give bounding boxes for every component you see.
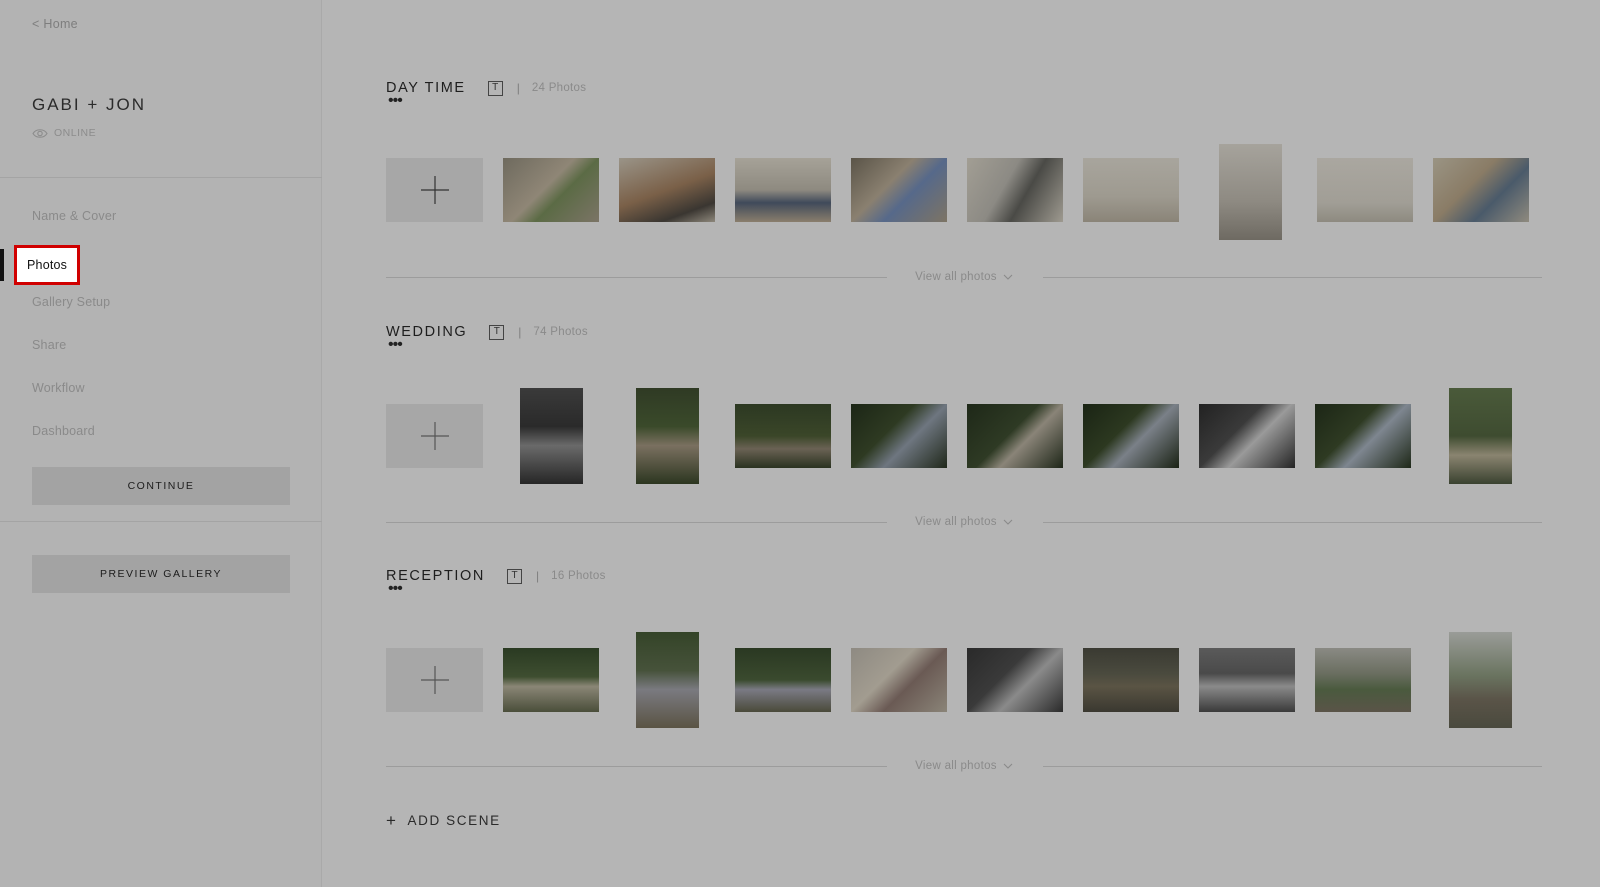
photo-thumbnail[interactable]	[967, 648, 1063, 712]
view-all-photos-link[interactable]: View all photos	[386, 516, 1542, 528]
photo-thumbnail[interactable]	[1449, 632, 1512, 728]
photo-thumbnail[interactable]	[735, 648, 831, 712]
sidebar-item-gallery-setup[interactable]: Gallery Setup	[0, 280, 322, 323]
more-options-icon[interactable]: •••	[388, 93, 403, 109]
sidebar-item-label: Photos	[14, 244, 81, 285]
plus-icon	[420, 665, 450, 695]
separator: |	[536, 569, 540, 583]
view-all-label: View all photos	[915, 516, 997, 528]
text-icon[interactable]: T	[507, 568, 522, 584]
sidebar-item-label: Share	[32, 337, 67, 352]
sidebar-item-label: Workflow	[32, 380, 85, 395]
separator: |	[516, 81, 520, 95]
sidebar-item-workflow[interactable]: Workflow	[0, 366, 322, 409]
plus-icon: +	[386, 811, 398, 830]
plus-icon	[420, 175, 450, 205]
continue-button[interactable]: CONTINUE	[32, 467, 290, 505]
photo-thumbnail[interactable]	[1199, 404, 1295, 468]
chevron-down-icon	[1003, 271, 1013, 283]
photo-thumbnail[interactable]	[1449, 388, 1512, 484]
eye-icon	[32, 128, 48, 139]
scene-wedding: WEDDING T | 74 Photos •••	[386, 322, 1542, 484]
status-label: ONLINE	[54, 127, 97, 139]
photo-count: 74 Photos	[533, 326, 588, 338]
thumbnail-strip	[386, 388, 1542, 484]
photo-thumbnail[interactable]	[851, 158, 947, 222]
view-all-label: View all photos	[915, 271, 997, 283]
divider	[0, 521, 322, 522]
preview-gallery-button[interactable]: PREVIEW GALLERY	[32, 555, 290, 593]
photo-thumbnail[interactable]	[1199, 648, 1295, 712]
photo-thumbnail[interactable]	[851, 404, 947, 468]
thumbnail-strip	[386, 144, 1542, 240]
chevron-down-icon	[1003, 760, 1013, 772]
photo-thumbnail[interactable]	[851, 648, 947, 712]
view-all-label: View all photos	[915, 760, 997, 772]
sidebar-item-name-cover[interactable]: Name & Cover	[0, 194, 322, 237]
view-all-photos-link[interactable]: View all photos	[386, 760, 1542, 772]
sidebar: < Home GABI + JON ONLINE Name & Cover Ph…	[0, 0, 322, 887]
scene-reception: RECEPTION T | 16 Photos •••	[386, 566, 1542, 728]
scene-day-time: DAY TIME T | 24 Photos •••	[386, 78, 1542, 240]
more-options-icon[interactable]: •••	[388, 581, 403, 597]
sidebar-item-dashboard[interactable]: Dashboard	[0, 409, 322, 452]
photo-thumbnail[interactable]	[520, 388, 583, 484]
photo-thumbnail[interactable]	[636, 388, 699, 484]
add-photo-button[interactable]	[386, 404, 483, 468]
gallery-title: GABI + JON	[32, 95, 146, 114]
photo-thumbnail[interactable]	[503, 648, 599, 712]
photo-thumbnail[interactable]	[1315, 404, 1411, 468]
gallery-status: ONLINE	[32, 127, 96, 139]
photo-thumbnail[interactable]	[1083, 158, 1179, 222]
divider	[0, 177, 322, 178]
add-photo-button[interactable]	[386, 158, 483, 222]
sidebar-item-label: Dashboard	[32, 423, 95, 438]
scene-header: RECEPTION T | 16 Photos •••	[386, 566, 1542, 597]
photo-thumbnail[interactable]	[1317, 158, 1413, 222]
photo-thumbnail[interactable]	[1433, 158, 1529, 222]
sidebar-item-label: Name & Cover	[32, 208, 117, 223]
photo-count: 16 Photos	[551, 570, 606, 582]
sidebar-item-photos[interactable]: Photos	[0, 237, 322, 285]
separator: |	[518, 325, 522, 339]
photo-thumbnail[interactable]	[735, 404, 831, 468]
text-icon[interactable]: T	[489, 324, 505, 340]
add-photo-button[interactable]	[386, 648, 483, 712]
scene-header: WEDDING T | 74 Photos •••	[386, 322, 1542, 353]
sidebar-item-share[interactable]: Share	[0, 323, 322, 366]
photo-thumbnail[interactable]	[735, 158, 831, 222]
photo-thumbnail[interactable]	[1315, 648, 1411, 712]
main-content: DAY TIME T | 24 Photos ••• View all phot…	[322, 0, 1600, 887]
photo-thumbnail[interactable]	[503, 158, 599, 222]
photo-count: 24 Photos	[531, 82, 587, 94]
photo-thumbnail[interactable]	[1219, 144, 1282, 240]
sidebar-item-label: Gallery Setup	[32, 294, 111, 309]
thumbnail-strip	[386, 632, 1542, 728]
view-all-photos-link[interactable]: View all photos	[386, 271, 1542, 283]
add-scene-label: ADD SCENE	[407, 813, 501, 828]
sidebar-nav: Name & Cover Photos Gallery Setup Share …	[0, 194, 322, 452]
photo-thumbnail[interactable]	[967, 158, 1063, 222]
scene-header: DAY TIME T | 24 Photos •••	[386, 78, 1542, 109]
back-home-link[interactable]: < Home	[32, 17, 78, 31]
text-icon[interactable]: T	[487, 80, 503, 96]
add-scene-button[interactable]: + ADD SCENE	[386, 812, 501, 829]
chevron-down-icon	[1003, 516, 1013, 528]
photo-thumbnail[interactable]	[1083, 404, 1179, 468]
photo-thumbnail[interactable]	[967, 404, 1063, 468]
more-options-icon[interactable]: •••	[388, 337, 403, 353]
photo-thumbnail[interactable]	[636, 632, 699, 728]
plus-icon	[420, 421, 450, 451]
photo-thumbnail[interactable]	[619, 158, 715, 222]
photo-thumbnail[interactable]	[1083, 648, 1179, 712]
